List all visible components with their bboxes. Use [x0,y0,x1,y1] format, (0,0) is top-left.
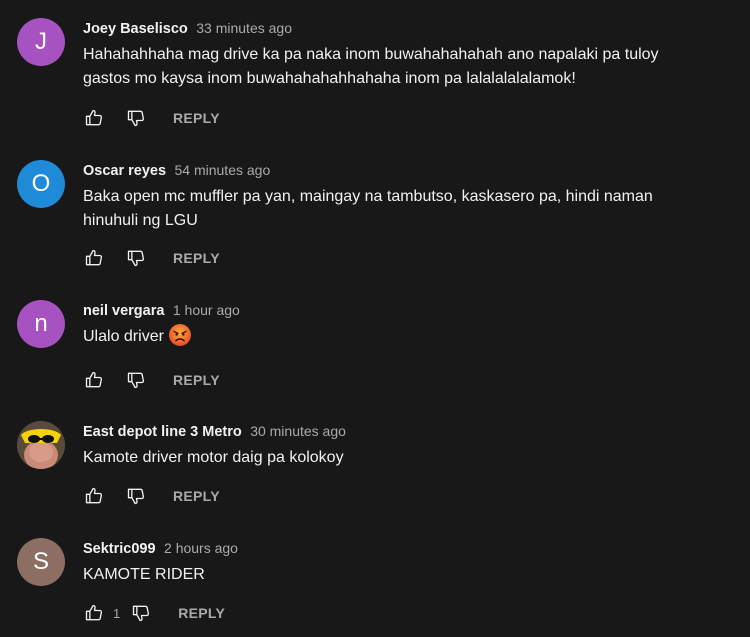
comment-text: KAMOTE RIDER [83,566,205,583]
comment-actions: 1 REPLY [83,601,225,625]
like-count: 1 [113,605,121,621]
avatar[interactable]: S [17,538,65,586]
avatar[interactable]: n [17,300,65,348]
angry-face-emoji [168,324,191,347]
comment-timestamp[interactable]: 1 hour ago [173,302,240,318]
comment-author[interactable]: East depot line 3 Metro [83,424,242,440]
comment-text: Baka open mc muffler pa yan, maingay na … [83,188,653,229]
reply-button[interactable]: REPLY [173,110,220,126]
comment-actions: REPLY [83,368,220,392]
photo-avatar[interactable] [17,421,65,469]
thumbs-up-icon[interactable] [83,602,105,624]
comment-timestamp[interactable]: 30 minutes ago [250,423,346,439]
comment-actions: REPLY [83,106,220,130]
comment-actions: REPLY [83,484,220,508]
comment-timestamp[interactable]: 54 minutes ago [175,162,271,178]
comment-timestamp[interactable]: 2 hours ago [164,540,238,556]
thumbs-down-icon[interactable] [130,602,152,624]
comment-author[interactable]: neil vergara [83,303,164,319]
avatar[interactable]: O [17,160,65,208]
reply-button[interactable]: REPLY [178,605,225,621]
comment-author[interactable]: Sektric099 [83,541,156,557]
thumbs-down-icon[interactable] [125,107,147,129]
thumbs-down-icon[interactable] [125,485,147,507]
comment-timestamp[interactable]: 33 minutes ago [196,20,292,36]
thumbs-down-icon[interactable] [125,247,147,269]
reply-button[interactable]: REPLY [173,372,220,388]
reply-button[interactable]: REPLY [173,488,220,504]
thumbs-up-icon[interactable] [83,247,105,269]
reply-button[interactable]: REPLY [173,250,220,266]
thumbs-up-icon[interactable] [83,107,105,129]
comment-author[interactable]: Joey Baselisco [83,21,188,37]
avatar[interactable]: J [17,18,65,66]
comment-text: Kamote driver motor daig pa kolokoy [83,449,344,466]
thumbs-up-icon[interactable] [83,485,105,507]
comment-author[interactable]: Oscar reyes [83,163,166,179]
comment-text: Hahahahhaha mag drive ka pa naka inom bu… [83,46,659,87]
comment-actions: REPLY [83,246,220,270]
thumbs-up-icon[interactable] [83,369,105,391]
comment-text: Ulalo driver [83,324,730,349]
thumbs-down-icon[interactable] [125,369,147,391]
